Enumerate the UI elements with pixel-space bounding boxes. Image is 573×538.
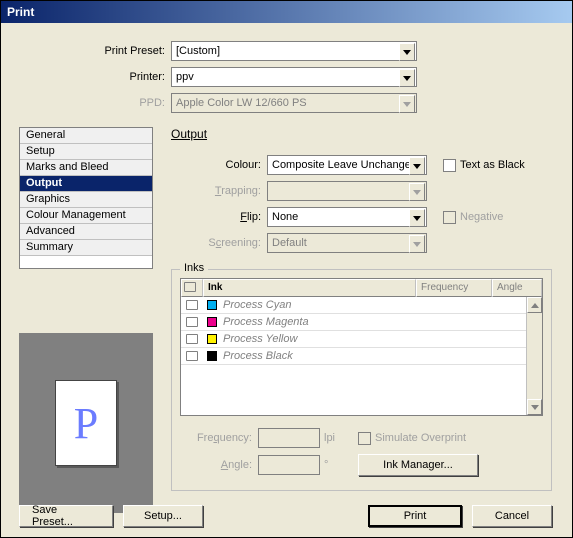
bottom-bar: Save Preset... Setup... Print Cancel (19, 505, 552, 527)
colour-value: Composite Leave Unchange (272, 159, 411, 171)
titlebar: Print (1, 1, 572, 23)
screening-value: Default (272, 237, 307, 249)
text-as-black-checkbox[interactable] (443, 159, 456, 172)
negative-checkbox (443, 211, 456, 224)
dropdown-icon (409, 183, 425, 201)
sidebar-item-output[interactable]: Output (20, 176, 152, 192)
swatch-black (207, 351, 217, 361)
dropdown-icon[interactable] (399, 69, 415, 87)
printer-icon (184, 282, 196, 292)
main-panel: Output Colour: Composite Leave Unchange … (171, 127, 552, 491)
swatch-cyan (207, 300, 217, 310)
ink-manager-button[interactable]: Ink Manager... (358, 454, 478, 476)
degree-unit: ° (320, 459, 344, 471)
colour-label: Colour: (177, 159, 267, 171)
dialog-content: Print Preset: [Custom] Printer: ppv PPD:… (1, 23, 572, 537)
screening-label: Screening: (177, 237, 267, 249)
ink-row-magenta[interactable]: Process Magenta (181, 314, 542, 331)
screening-select: Default (267, 233, 427, 253)
simulate-overprint-label: Simulate Overprint (375, 432, 466, 444)
dropdown-icon[interactable] (399, 43, 415, 61)
angle-col[interactable]: Angle (492, 279, 542, 297)
colour-select[interactable]: Composite Leave Unchange (267, 155, 427, 175)
sidebar-item-graphics[interactable]: Graphics (20, 192, 152, 208)
swatch-magenta (207, 317, 217, 327)
ink-row-black[interactable]: Process Black (181, 348, 542, 365)
scroll-up-button[interactable] (527, 297, 542, 313)
ppd-label: PPD: (1, 97, 171, 109)
ink-col[interactable]: Ink (203, 279, 416, 297)
save-preset-button[interactable]: Save Preset... (19, 505, 113, 527)
angle-label: Angle: (180, 459, 258, 471)
sidebar-item-general[interactable]: General (20, 128, 152, 144)
print-button[interactable]: Print (368, 505, 462, 527)
frequency-input (258, 428, 320, 448)
sidebar-item-colour-management[interactable]: Colour Management (20, 208, 152, 224)
top-form: Print Preset: [Custom] Printer: ppv PPD:… (1, 41, 552, 119)
scroll-down-button[interactable] (527, 399, 542, 415)
text-as-black-label: Text as Black (460, 159, 525, 171)
ppd-select: Apple Color LW 12/660 PS (171, 93, 417, 113)
trapping-select (267, 181, 427, 201)
frequency-label: Frequency: (180, 432, 258, 444)
negative-label: Negative (460, 211, 503, 223)
sidebar-item-summary[interactable]: Summary (20, 240, 152, 256)
lpi-unit: lpi (320, 432, 344, 444)
preview-pane: P (19, 333, 153, 513)
preview-page: P (55, 380, 117, 466)
window-title: Print (7, 5, 34, 19)
scroll-track[interactable] (527, 313, 542, 399)
dropdown-icon (409, 235, 425, 253)
printer-col-icon (181, 279, 203, 297)
printer-icon (186, 300, 198, 310)
dropdown-icon (399, 95, 415, 113)
preview-glyph: P (74, 398, 98, 449)
printer-value: ppv (176, 71, 194, 83)
printer-icon (186, 317, 198, 327)
frequency-col[interactable]: Frequency (416, 279, 492, 297)
ink-table-header: Ink Frequency Angle (181, 279, 542, 297)
print-dialog: Print Print Preset: [Custom] Printer: pp… (0, 0, 573, 538)
sidebar-item-marks-and-bleed[interactable]: Marks and Bleed (20, 160, 152, 176)
dropdown-icon[interactable] (409, 209, 425, 227)
inks-fieldset: Inks Ink Frequency Angle Process Cyan (171, 269, 552, 491)
sidebar-item-advanced[interactable]: Advanced (20, 224, 152, 240)
preset-label: Print Preset: (1, 45, 171, 57)
ink-row-yellow[interactable]: Process Yellow (181, 331, 542, 348)
preset-select[interactable]: [Custom] (171, 41, 417, 61)
ppd-value: Apple Color LW 12/660 PS (176, 97, 307, 109)
flip-select[interactable]: None (267, 207, 427, 227)
scrollbar[interactable] (526, 297, 542, 415)
setup-button[interactable]: Setup... (123, 505, 203, 527)
sidebar: General Setup Marks and Bleed Output Gra… (19, 127, 153, 269)
dropdown-icon[interactable] (409, 157, 425, 175)
inks-legend: Inks (180, 262, 208, 274)
section-title: Output (171, 127, 552, 141)
preset-value: [Custom] (176, 45, 220, 57)
ink-row-cyan[interactable]: Process Cyan (181, 297, 542, 314)
angle-input (258, 455, 320, 475)
simulate-overprint-checkbox (358, 432, 371, 445)
swatch-yellow (207, 334, 217, 344)
printer-icon (186, 351, 198, 361)
printer-label: Printer: (1, 71, 171, 83)
sidebar-item-setup[interactable]: Setup (20, 144, 152, 160)
trapping-label: Trapping: (177, 185, 267, 197)
ink-table: Ink Frequency Angle Process Cyan Process… (180, 278, 543, 416)
flip-label: Flip: (177, 211, 267, 223)
cancel-button[interactable]: Cancel (472, 505, 552, 527)
flip-value: None (272, 211, 298, 223)
printer-select[interactable]: ppv (171, 67, 417, 87)
printer-icon (186, 334, 198, 344)
